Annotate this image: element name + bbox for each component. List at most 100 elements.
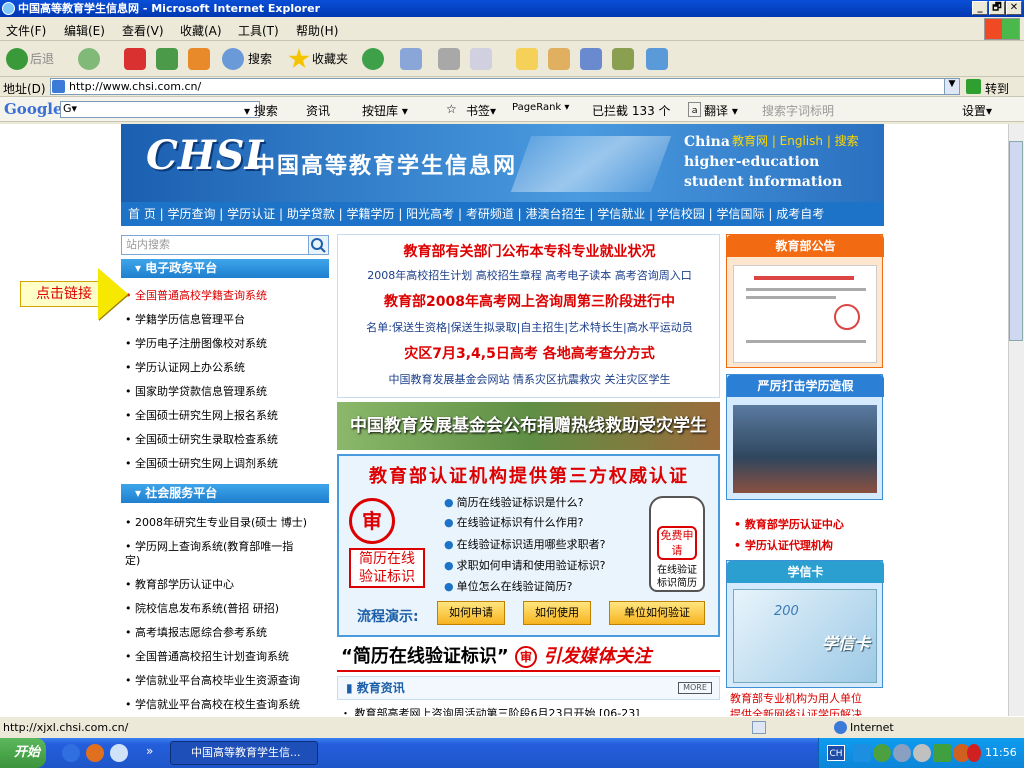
people-icon[interactable] [646, 48, 668, 70]
address-dropdown-button[interactable]: ▼ [944, 78, 960, 95]
chsi-logo[interactable]: CHSI [146, 132, 263, 179]
mail-icon[interactable] [400, 48, 422, 70]
xuexin-card-box[interactable]: 学信卡 200 学信卡 [726, 560, 884, 688]
tray-icon[interactable] [873, 744, 891, 762]
scrollbar-thumb[interactable] [1009, 141, 1023, 341]
menu-help[interactable]: 帮助(H) [296, 22, 338, 39]
stop-icon[interactable] [124, 48, 146, 70]
tray-icon[interactable] [933, 744, 951, 762]
sidebar-link[interactable]: • 院校信息发布系统(普招 研招) [125, 600, 279, 616]
sidebar-link[interactable]: • 2008年研究生专业目录(硕士 博士) [125, 514, 307, 530]
free-apply-badge[interactable]: 免费申请 在线验证标识简历 [649, 496, 705, 592]
google-settings-button[interactable]: 设置▾ [962, 102, 992, 119]
verify-question-link[interactable]: 单位怎么在线验证简历? [444, 578, 573, 594]
messenger-icon[interactable] [580, 48, 602, 70]
tray-icon[interactable] [913, 744, 931, 762]
donation-banner[interactable]: 中国教育发展基金会公布捐赠热线救助受灾学生 [337, 402, 720, 450]
sidebar-link[interactable]: • 学历电子注册图像校对系统 [125, 335, 267, 351]
more-button[interactable]: MORE [678, 682, 712, 694]
menu-favorites[interactable]: 收藏(A) [180, 22, 222, 39]
sidebar-link[interactable]: • 学信就业平台高校毕业生资源查询 [125, 672, 300, 688]
print-icon[interactable] [438, 48, 460, 70]
headline-link[interactable]: 灾区7月3,4,5日高考 各地高考查分方式 [338, 343, 721, 363]
refresh-icon[interactable] [156, 48, 178, 70]
minimize-button[interactable]: _ [972, 1, 988, 15]
cert-agency-link[interactable]: • 学历认证代理机构 [734, 537, 833, 553]
sidebar-link[interactable]: • 全国硕士研究生网上报名系统 [125, 407, 278, 423]
headline-link[interactable]: 教育部有关部门公布本专科专业就业状况 [338, 241, 721, 261]
employer-promo-text[interactable]: 教育部专业机构为用人单位 提供全新网络认证学历解决 [730, 690, 862, 716]
sidebar-link[interactable]: • 学历网上查询系统(教育部唯一指 [125, 538, 293, 554]
sidebar-link[interactable]: • 学信就业平台高校在校生查询系统 [125, 696, 300, 712]
search-icon[interactable] [222, 48, 244, 70]
address-input[interactable]: http://www.chsi.com.cn/ [50, 78, 960, 95]
headline-link[interactable]: 教育部2008年高考网上咨询周第三阶段进行中 [338, 291, 721, 311]
search-icon[interactable] [308, 235, 329, 255]
security-shield-icon[interactable] [967, 744, 981, 762]
favorites-star-icon[interactable] [288, 48, 310, 69]
news-links[interactable]: 中国教育发展基金会网站 情系灾区抗震救灾 关注灾区学生 [338, 371, 721, 387]
home-icon[interactable] [188, 48, 210, 70]
site-search-input[interactable]: 站内搜索 [121, 235, 329, 255]
google-search-button[interactable]: ▾ 搜索 [244, 102, 278, 119]
go-arrow-icon[interactable] [966, 79, 981, 94]
section-egov-header[interactable]: ▾ 电子政务平台 [121, 259, 329, 278]
google-search-input[interactable]: G▾ [60, 101, 260, 118]
press-conference-image[interactable] [733, 405, 877, 493]
verify-question-link[interactable]: 简历在线验证标识是什么? [444, 494, 584, 510]
ime-indicator[interactable]: CH [827, 745, 845, 761]
sidebar-link[interactable]: • 全国普通高校学籍查询系统 [125, 287, 267, 303]
google-bookmarks-button[interactable]: 书签▾ [466, 102, 496, 119]
window-title-bar[interactable]: 中国高等教育学生信息网 - Microsoft Internet Explore… [0, 0, 1024, 17]
tray-icon[interactable] [893, 744, 911, 762]
menu-file[interactable]: 文件(F) [6, 22, 46, 39]
ministry-notice-box[interactable]: 教育部公告 [726, 234, 884, 368]
start-button[interactable]: 开始 [0, 738, 46, 768]
main-navigation[interactable]: 首 页 | 学历查询 | 学历认证 | 助学贷款 | 学籍学历 | 阳光高考 |… [121, 202, 884, 226]
news-links[interactable]: 2008年高校招生计划 高校招生章程 高考电子读本 高考咨询周入口 [338, 267, 721, 283]
sidebar-link[interactable]: • 全国硕士研究生录取检查系统 [125, 431, 278, 447]
sidebar-link-continuation[interactable]: 定) [125, 552, 140, 568]
top-links[interactable]: 教育网 | English | 搜索 [732, 132, 859, 149]
sidebar-link[interactable]: • 教育部学历认证中心 [125, 576, 234, 592]
employer-verify-button[interactable]: 单位如何验证 [609, 601, 705, 625]
history-icon[interactable] [362, 48, 384, 70]
xuexin-card-image[interactable]: 200 学信卡 [733, 589, 877, 683]
google-buttons-menu[interactable]: 按钮库 ▾ [362, 102, 408, 119]
quicklaunch-media-icon[interactable] [86, 744, 104, 762]
maximize-button[interactable]: 🗗 [989, 1, 1005, 15]
menu-tools[interactable]: 工具(T) [238, 22, 279, 39]
sidebar-link[interactable]: • 全国硕士研究生网上调剂系统 [125, 455, 278, 471]
notice-document-image[interactable] [733, 265, 877, 363]
back-arrow-icon[interactable] [6, 48, 28, 70]
search-button[interactable]: 搜索 [248, 50, 272, 67]
quicklaunch-desktop-icon[interactable] [110, 744, 128, 762]
popup-blocker-status[interactable]: 已拦截 133 个 [592, 102, 671, 119]
anti-fake-box[interactable]: 严厉打击学历造假 [726, 374, 884, 500]
news-item[interactable]: ・ 教育部高考网上咨询周活动第三阶段6月23日开始 [06-23] [340, 705, 640, 716]
quicklaunch-ie-icon[interactable] [62, 744, 80, 762]
sidebar-link[interactable]: • 学籍学历信息管理平台 [125, 311, 245, 327]
highlight-terms-button[interactable]: 搜索字词标明 [762, 102, 834, 119]
news-links[interactable]: 名单:保送生资格|保送生拟录取|自主招生|艺术特长生|高水平运动员 [338, 319, 721, 335]
menu-view[interactable]: 查看(V) [122, 22, 164, 39]
verify-question-link[interactable]: 在线验证标识有什么作用? [444, 514, 584, 530]
forward-arrow-icon[interactable] [78, 48, 100, 70]
close-button[interactable]: ✕ [1006, 1, 1022, 15]
taskbar-window-button[interactable]: 中国高等教育学生信... [170, 741, 318, 765]
sidebar-link[interactable]: • 高考填报志愿综合参考系统 [125, 624, 267, 640]
sidebar-link[interactable]: • 国家助学贷款信息管理系统 [125, 383, 267, 399]
pagerank-button[interactable]: PageRank ▾ [512, 102, 569, 113]
sidebar-link[interactable]: • 全国普通高校招生计划查询系统 [125, 648, 289, 664]
verify-question-link[interactable]: 在线验证标识适用哪些求职者? [444, 536, 606, 552]
verify-question-link[interactable]: 求职如何申请和使用验证标识? [444, 557, 606, 573]
section-service-header[interactable]: ▾ 社会服务平台 [121, 484, 329, 503]
google-news-button[interactable]: 资讯 [306, 102, 330, 119]
how-to-use-button[interactable]: 如何使用 [523, 601, 591, 625]
edit-icon[interactable] [470, 48, 492, 70]
research-icon[interactable] [548, 48, 570, 70]
folder-icon[interactable] [516, 48, 538, 70]
qq-tray-icon[interactable] [853, 744, 871, 762]
menu-edit[interactable]: 编辑(E) [64, 22, 105, 39]
how-to-apply-button[interactable]: 如何申请 [437, 601, 505, 625]
